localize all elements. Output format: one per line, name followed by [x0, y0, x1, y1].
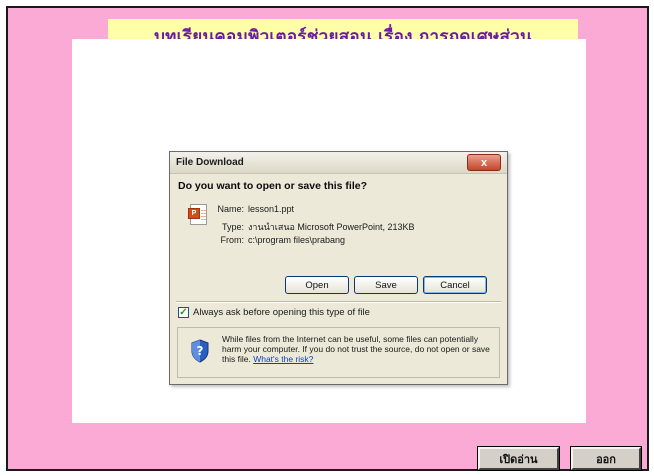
file-from-row: From: c:\program files\prabang	[204, 235, 346, 245]
dialog-titlebar[interactable]: File Download x	[170, 152, 507, 174]
warning-text: While files from the Internet can be use…	[222, 334, 492, 364]
always-ask-label: Always ask before opening this type of f…	[193, 307, 370, 318]
svg-text:?: ?	[197, 344, 204, 358]
whats-the-risk-link[interactable]: What's the risk?	[253, 354, 313, 364]
save-button[interactable]: Save	[354, 276, 418, 294]
cancel-button[interactable]: Cancel	[423, 276, 487, 294]
from-value: c:\program files\prabang	[248, 235, 346, 245]
name-value: lesson1.ppt	[248, 204, 295, 214]
file-download-dialog: File Download x Do you want to open or s…	[169, 151, 508, 385]
open-button[interactable]: Open	[285, 276, 349, 294]
file-type-row: Type: งานนำเสนอ Microsoft PowerPoint, 213…	[204, 220, 415, 234]
close-button[interactable]: x	[467, 154, 501, 171]
shield-question-icon: ?	[191, 339, 209, 363]
dialog-title: File Download	[176, 157, 244, 168]
warning-panel: ? While files from the Internet can be u…	[177, 327, 500, 378]
dialog-question: Do you want to open or save this file?	[178, 180, 368, 192]
type-label: Type:	[221, 222, 244, 232]
file-name-row: Name: lesson1.ppt	[204, 204, 294, 214]
name-label: Name:	[217, 204, 244, 214]
type-value: งานนำเสนอ Microsoft PowerPoint, 213KB	[248, 222, 415, 232]
exit-button[interactable]: ออก	[571, 447, 641, 470]
from-label: From:	[220, 235, 245, 245]
open-lesson-button[interactable]: เปิดอ่าน	[478, 447, 559, 470]
close-icon: x	[480, 156, 488, 169]
always-ask-checkbox[interactable]: ✓	[178, 307, 189, 318]
